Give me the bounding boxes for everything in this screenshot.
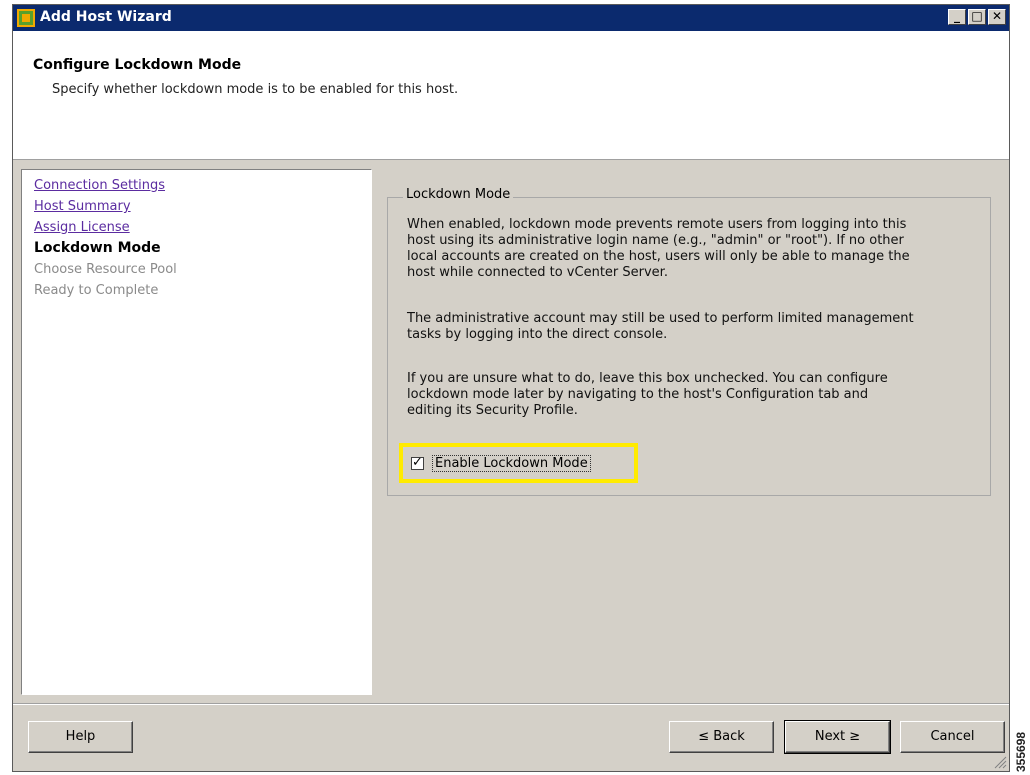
- back-button[interactable]: ≤ Back: [669, 721, 774, 753]
- page-subtitle: Specify whether lockdown mode is to be e…: [52, 82, 459, 97]
- description-paragraph-1: When enabled, lockdown mode prevents rem…: [407, 217, 977, 281]
- description-line: tasks by logging into the direct console…: [407, 327, 668, 342]
- description-line: local accounts are created on the host, …: [407, 249, 910, 264]
- description-line: host while connected to vCenter Server.: [407, 265, 668, 280]
- cancel-button[interactable]: Cancel: [900, 721, 1005, 753]
- description-line: editing its Security Profile.: [407, 403, 578, 418]
- add-host-wizard-window: Add Host Wizard _ □ ✕ Configure Lockdown…: [12, 4, 1010, 772]
- description-line: If you are unsure what to do, leave this…: [407, 371, 888, 386]
- checkmark-icon: ✓: [412, 455, 423, 470]
- side-reference-number: 355698: [1014, 731, 1028, 772]
- minimize-button[interactable]: _: [948, 9, 966, 25]
- step-choose-resource-pool: Choose Resource Pool: [34, 262, 177, 277]
- next-button[interactable]: Next ≥: [784, 720, 891, 754]
- description-line: lockdown mode later by navigating to the…: [407, 387, 869, 402]
- wizard-header: Configure Lockdown Mode Specify whether …: [13, 31, 1009, 160]
- vsphere-app-icon: [17, 9, 35, 27]
- enable-lockdown-label[interactable]: Enable Lockdown Mode: [432, 455, 591, 472]
- groupbox-label: Lockdown Mode: [403, 187, 514, 202]
- footer-divider: [13, 703, 1009, 705]
- resize-grip-icon[interactable]: [993, 755, 1007, 769]
- wizard-steps-panel: Connection Settings Host Summary Assign …: [21, 169, 372, 695]
- description-line: When enabled, lockdown mode prevents rem…: [407, 217, 907, 232]
- window-title: Add Host Wizard: [40, 9, 172, 25]
- enable-lockdown-checkbox[interactable]: ✓: [411, 455, 424, 470]
- close-button[interactable]: ✕: [988, 9, 1006, 25]
- step-connection-settings[interactable]: Connection Settings: [34, 178, 165, 193]
- step-assign-license[interactable]: Assign License: [34, 220, 130, 235]
- step-host-summary[interactable]: Host Summary: [34, 199, 131, 214]
- description-paragraph-2: The administrative account may still be …: [407, 311, 977, 343]
- description-paragraph-3: If you are unsure what to do, leave this…: [407, 371, 977, 419]
- step-ready-to-complete: Ready to Complete: [34, 283, 159, 298]
- page-title: Configure Lockdown Mode: [33, 57, 242, 73]
- maximize-button[interactable]: □: [968, 9, 986, 25]
- step-lockdown-mode: Lockdown Mode: [34, 240, 161, 256]
- title-bar[interactable]: Add Host Wizard _ □ ✕: [13, 5, 1009, 31]
- description-line: The administrative account may still be …: [407, 311, 914, 326]
- help-button[interactable]: Help: [28, 721, 133, 753]
- window-controls: _ □ ✕: [948, 9, 1006, 25]
- description-line: host using its administrative login name…: [407, 233, 904, 248]
